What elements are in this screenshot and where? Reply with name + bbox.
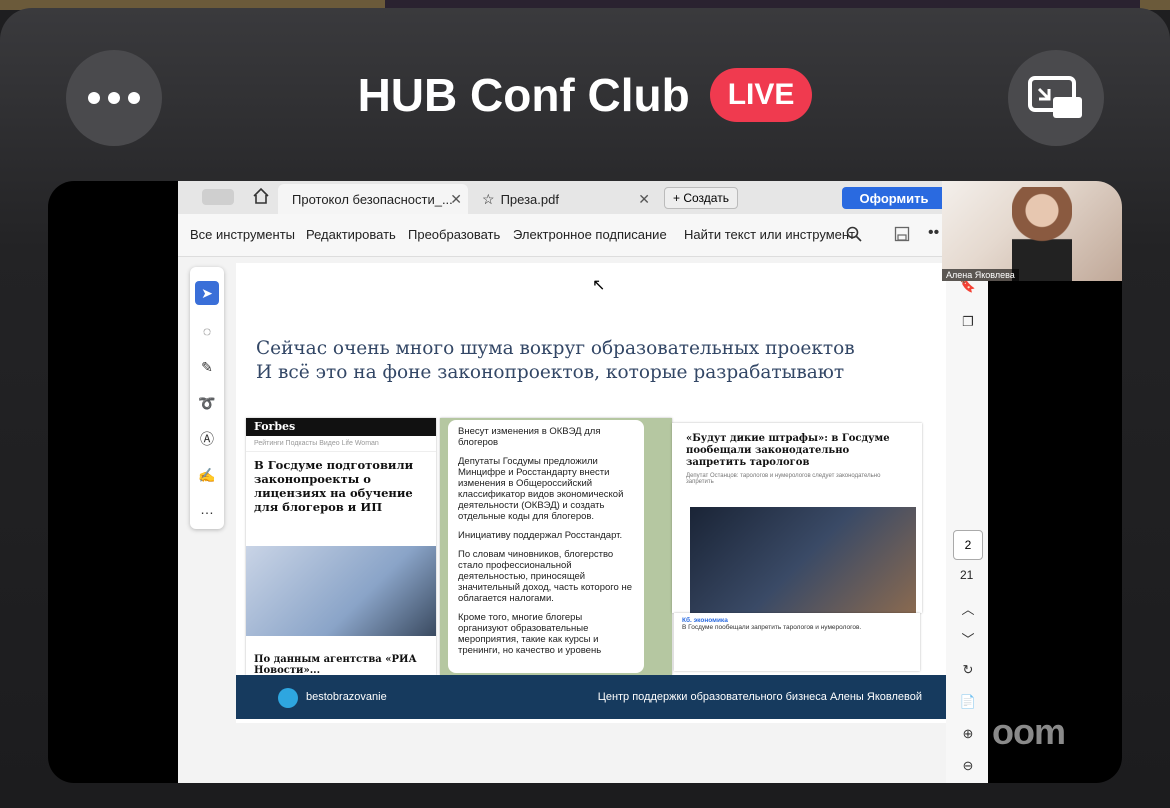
participant-name: Алена Яковлева [942,269,1019,281]
browser-tab-bar: Протокол безопасности_... ✕ ☆ Преза.pdf … [178,181,988,214]
slide-title-line2: И всё это на фоне законопроектов, которы… [256,362,845,383]
tab-preza[interactable]: ☆ Преза.pdf ✕ [476,184,656,214]
forbes-screenshot: Forbes Рейтинги Подкасты Видео Life Woma… [246,418,436,676]
star-icon[interactable]: ☆ [482,191,495,208]
slide-title-line1: Сейчас очень много шума вокруг образоват… [256,338,855,359]
news-source: Кб. экономика [682,617,728,624]
tab-protocol[interactable]: Протокол безопасности_... ✕ [278,184,468,214]
pdf-page: Сейчас очень много шума вокруг образоват… [236,263,946,723]
participant-avatar [1012,187,1072,281]
telegram-post-screenshot: Внесут изменения в ОКВЭД для блогеров Де… [440,418,672,675]
sidebar-toggle-button[interactable] [202,189,234,205]
toolbar-convert[interactable]: Преобразовать [408,227,500,242]
toolbar-search-label[interactable]: Найти текст или инструмент [684,227,855,242]
forbes-logo: Forbes [246,418,436,436]
save-icon[interactable] [894,226,910,242]
slide-title: Сейчас очень много шума вокруг образоват… [256,337,855,385]
news-snippet: Кб. экономика В Госдуме пообещали запрет… [674,613,920,671]
zoom-in-icon[interactable]: ⊕ [958,724,978,744]
telegram-icon [278,688,298,708]
right-rail: 🔖 ❐ 2 21 ︿ ﹀ ↻ 📄 ⊕ ⊖ [946,256,988,783]
post-paragraph: Инициативу поддержал Росстандарт. [458,530,623,541]
more-tools-icon[interactable]: … [195,497,219,521]
zoom-watermark: oom [992,711,1066,752]
close-icon[interactable]: ✕ [638,191,650,208]
center-name: Центр поддержки образовательного бизнеса… [597,691,922,703]
shared-screen-stage: Протокол безопасности_... ✕ ☆ Преза.pdf … [48,181,1122,783]
more-dots-icon[interactable]: •• [928,224,939,242]
meeting-sheet: HUB Conf Club LIVE Протокол безопасности… [0,8,1170,808]
create-button[interactable]: + Создать [664,187,738,209]
post-paragraph: Депутаты Госдумы предложили Минцифре и Р… [458,456,624,522]
search-icon[interactable] [846,226,862,242]
lasso-icon[interactable]: ➰ [195,391,219,415]
shared-screen: Протокол безопасности_... ✕ ☆ Преза.pdf … [178,181,988,783]
toolbar-all-tools[interactable]: Все инструменты [190,227,295,242]
tab-label: Преза.pdf [500,191,559,207]
close-icon[interactable]: ✕ [450,191,462,208]
forbes-bottom-text: По данным агентства «РИА Новости»... [254,654,417,676]
left-tool-panel: ➤ ◌ ✎ ➰ Ⓐ ✍ … [190,267,224,529]
comment-icon[interactable]: ◌ [195,319,219,343]
toolbar-esign[interactable]: Электронное подписание [513,227,667,242]
forbes-nav: Рейтинги Подкасты Видео Life Woman [246,436,436,452]
meeting-title: HUB Conf Club [357,69,690,121]
news-screenshot: «Будут дикие штрафы»: в Госдуме пообещал… [672,423,922,613]
oform-button[interactable]: Оформить [842,187,946,209]
live-badge: LIVE [709,68,813,122]
chevron-down-icon[interactable]: ﹀ [958,628,978,648]
post-paragraph: Внесут изменения в ОКВЭД для блогеров [458,426,601,448]
zoom-out-icon[interactable]: ⊖ [958,756,978,776]
text-box-icon[interactable]: Ⓐ [195,427,219,451]
post-paragraph: Кроме того, многие блогеры организуют об… [458,612,602,656]
pen-icon[interactable]: ✎ [195,355,219,379]
news-headline: «Будут дикие штрафы»: в Госдуме пообещал… [686,433,890,468]
forbes-headline: В Госдуме подготовили законопроекты о ли… [254,458,414,514]
page-count: 21 [960,568,974,582]
chevron-up-icon[interactable]: ︿ [958,598,978,618]
toolbar-edit[interactable]: Редактировать [306,227,396,242]
acrobat-toolbar: Все инструменты Редактировать Преобразов… [178,214,988,257]
picture-in-picture-button[interactable] [1008,50,1104,146]
news-snippet-text: В Госдуме пообещали запретить тарологов … [682,624,862,631]
news-subtitle: Депутат Останцов: тарологов и нумеролого… [686,473,881,485]
header: HUB Conf Club LIVE [0,68,1170,122]
mouse-cursor-icon: ↖ [592,277,606,294]
rotate-icon[interactable]: ↻ [958,660,978,680]
telegram-bubble: Внесут изменения в ОКВЭД для блогеров Де… [448,420,644,673]
participant-video-tile[interactable]: Алена Яковлева [942,181,1122,281]
current-page-box[interactable]: 2 [953,530,983,560]
signature-icon[interactable]: ✍ [195,463,219,487]
tab-label: Протокол безопасности_... [292,191,453,207]
pip-icon [1028,76,1082,118]
slide-footer: bestobrazovanie Центр поддержки образова… [236,675,946,719]
news-photo [690,507,916,613]
telegram-handle: bestobrazovanie [306,691,387,703]
home-icon[interactable] [252,187,270,205]
copy-pages-icon[interactable]: ❐ [958,312,978,332]
file-export-icon[interactable]: 📄 [958,692,978,712]
post-paragraph: По словам чиновников, блогерство стало п… [458,549,632,604]
select-cursor-icon[interactable]: ➤ [195,281,219,305]
forbes-photo [246,546,436,636]
